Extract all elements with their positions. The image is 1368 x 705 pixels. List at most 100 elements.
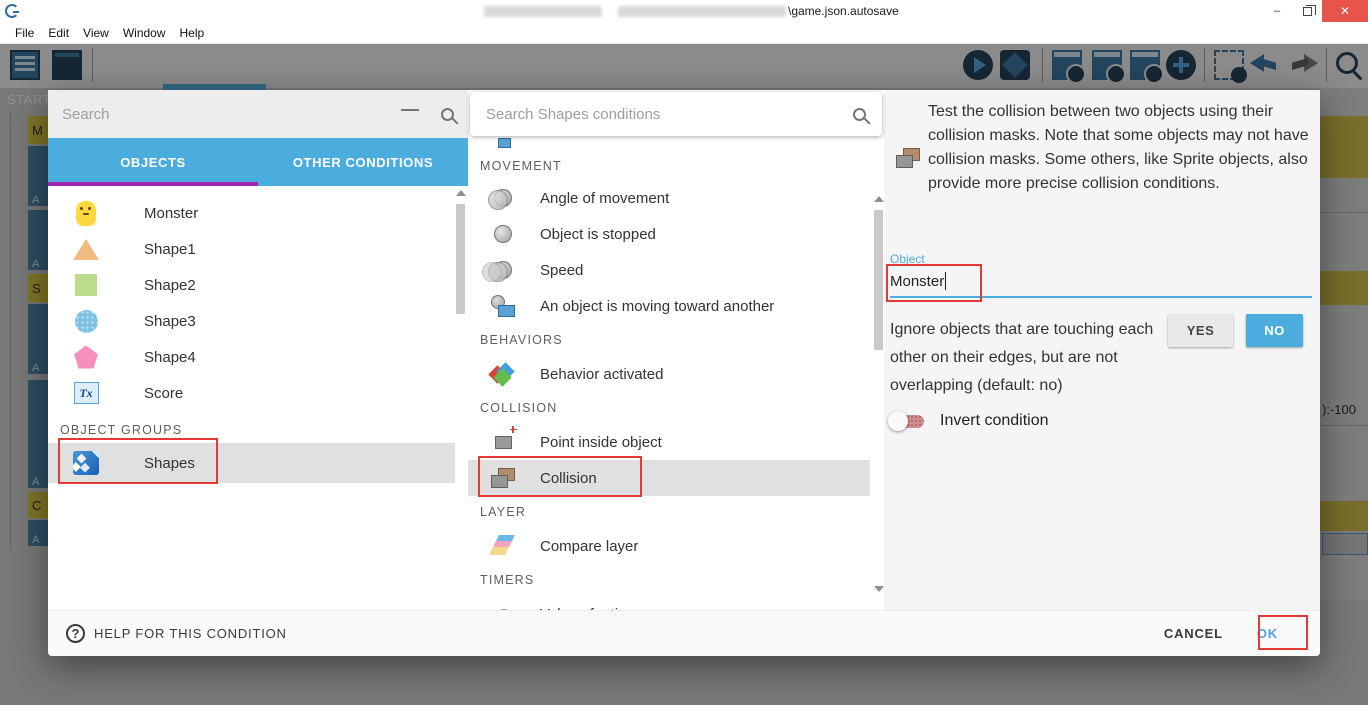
- app-window: \game.json.autosave – ✕ File Edit View W…: [0, 0, 1368, 705]
- scroll-down-icon[interactable]: [874, 586, 884, 592]
- window-title: \game.json.autosave: [788, 4, 899, 18]
- restore-icon: [1303, 7, 1312, 16]
- object-row-shape2[interactable]: Shape2: [48, 267, 454, 303]
- window-controls: – ✕: [1262, 0, 1368, 22]
- behavior-icon: [488, 364, 518, 384]
- title-redacted-path: [484, 6, 602, 17]
- help-link[interactable]: HELP FOR THIS CONDITION: [94, 626, 287, 641]
- object-field-label: Object: [890, 252, 925, 266]
- menu-edit[interactable]: Edit: [41, 26, 76, 40]
- search-icon[interactable]: [441, 108, 454, 121]
- condition-row-value-of-timer[interactable]: Value of a timer: [468, 596, 870, 610]
- section-header-layer: LAYER: [468, 496, 870, 528]
- menu-help[interactable]: Help: [173, 26, 212, 40]
- objects-panel: OBJECTS OTHER CONDITIONS Monster Shape1 …: [48, 90, 468, 610]
- triangle-icon: [72, 239, 100, 260]
- object-label: Shape2: [144, 277, 196, 294]
- tab-objects[interactable]: OBJECTS: [48, 138, 258, 186]
- ignore-edges-label: Ignore objects that are touching each ot…: [890, 316, 1170, 400]
- condition-row-point-inside-object[interactable]: Point inside object: [468, 424, 870, 460]
- menu-bar: File Edit View Window Help: [0, 22, 1368, 44]
- group-row-shapes[interactable]: Shapes: [48, 443, 455, 483]
- condition-row-speed[interactable]: Speed: [468, 252, 870, 288]
- close-button[interactable]: ✕: [1322, 0, 1368, 22]
- condition-row-behavior-activated[interactable]: Behavior activated: [468, 356, 870, 392]
- yes-button[interactable]: YES: [1168, 314, 1233, 347]
- search-icon: [853, 108, 866, 121]
- condition-row-collision[interactable]: Collision: [468, 460, 870, 496]
- dialog-footer: ? HELP FOR THIS CONDITION CANCEL OK: [48, 610, 1320, 656]
- text-cursor: [945, 272, 946, 290]
- gdevelop-logo-icon: [5, 4, 19, 18]
- restore-button[interactable]: [1292, 0, 1322, 22]
- conditions-search-input[interactable]: [486, 106, 853, 123]
- condition-row-compare-layer[interactable]: Compare layer: [468, 528, 870, 564]
- object-group-icon: [72, 451, 100, 475]
- condition-label: Speed: [540, 262, 583, 279]
- objects-tabs: OBJECTS OTHER CONDITIONS: [48, 138, 468, 186]
- minimize-button[interactable]: –: [1262, 0, 1292, 22]
- scrollbar-thumb[interactable]: [874, 210, 883, 350]
- filter-icon[interactable]: [401, 108, 419, 120]
- conditions-scrollbar[interactable]: [872, 186, 884, 606]
- tab-other-conditions[interactable]: OTHER CONDITIONS: [258, 138, 468, 186]
- scroll-up-icon[interactable]: [874, 196, 884, 202]
- objects-list: Monster Shape1 Shape2 Shape3 Shape4: [48, 186, 454, 610]
- clipped-item-icon: [498, 138, 511, 148]
- condition-row-object-is-stopped[interactable]: Object is stopped: [468, 216, 870, 252]
- scrollbar-thumb[interactable]: [456, 204, 465, 314]
- objects-search-input[interactable]: [62, 106, 401, 123]
- section-header-timers: TIMERS: [468, 564, 870, 596]
- circle-icon: [72, 310, 100, 333]
- condition-label: Object is stopped: [540, 226, 656, 243]
- collision-icon: [488, 468, 518, 488]
- condition-label: Angle of movement: [540, 190, 669, 207]
- condition-label: Behavior activated: [540, 366, 663, 383]
- object-stopped-icon: [488, 225, 518, 243]
- object-label: Shape1: [144, 241, 196, 258]
- collision-icon: [896, 148, 920, 168]
- no-button[interactable]: NO: [1246, 314, 1303, 347]
- title-redacted-path: [618, 6, 786, 17]
- condition-row-moving-toward[interactable]: An object is moving toward another: [468, 288, 870, 324]
- condition-label: Compare layer: [540, 538, 638, 555]
- condition-description: Test the collision between two objects u…: [928, 100, 1312, 196]
- help-icon[interactable]: ?: [66, 624, 85, 643]
- object-row-monster[interactable]: Monster: [48, 195, 454, 231]
- menu-view[interactable]: View: [76, 26, 116, 40]
- conditions-search-bar: [470, 92, 882, 136]
- square-icon: [72, 274, 100, 296]
- menu-window[interactable]: Window: [116, 26, 173, 40]
- object-row-shape4[interactable]: Shape4: [48, 339, 454, 375]
- condition-label: An object is moving toward another: [540, 298, 774, 315]
- object-field[interactable]: Monster: [890, 266, 1312, 298]
- condition-details-panel: Test the collision between two objects u…: [884, 90, 1320, 610]
- condition-label: Point inside object: [540, 434, 662, 451]
- compare-layer-icon: [488, 535, 518, 557]
- objects-scrollbar[interactable]: [454, 186, 466, 606]
- moving-toward-icon: [488, 295, 518, 317]
- speed-icon: [488, 261, 518, 279]
- ok-button[interactable]: OK: [1239, 616, 1296, 651]
- object-row-score[interactable]: Tx Score: [48, 375, 454, 411]
- toggle-knob: [888, 411, 908, 431]
- invert-condition-toggle[interactable]: [888, 410, 926, 432]
- pentagon-icon: [72, 346, 100, 369]
- conditions-list: MOVEMENT Angle of movement Object is sto…: [468, 136, 870, 610]
- object-groups-header: OBJECT GROUPS: [48, 417, 454, 443]
- menu-file[interactable]: File: [8, 26, 41, 40]
- section-header-collision: COLLISION: [468, 392, 870, 424]
- condition-row-angle-of-movement[interactable]: Angle of movement: [468, 180, 870, 216]
- object-row-shape3[interactable]: Shape3: [48, 303, 454, 339]
- group-label: Shapes: [144, 455, 195, 472]
- cancel-button[interactable]: CANCEL: [1148, 616, 1239, 651]
- title-bar: \game.json.autosave – ✕: [0, 0, 1368, 22]
- objects-search-bar: [48, 90, 468, 138]
- monster-icon: [72, 201, 100, 226]
- object-row-shape1[interactable]: Shape1: [48, 231, 454, 267]
- object-field-value: Monster: [890, 273, 944, 290]
- condition-label: Collision: [540, 470, 597, 487]
- scroll-up-icon[interactable]: [456, 190, 466, 196]
- section-header-behaviors: BEHAVIORS: [468, 324, 870, 356]
- point-inside-icon: [488, 436, 518, 449]
